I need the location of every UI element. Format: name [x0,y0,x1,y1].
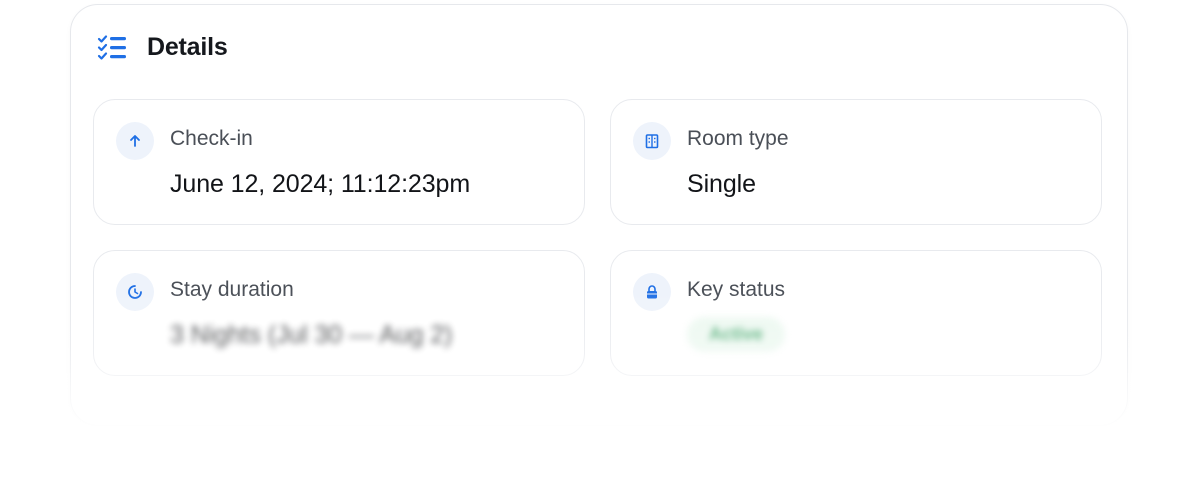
key-status-label: Key status [687,278,786,301]
lock-icon [633,273,671,311]
room-type-label: Room type [687,127,789,150]
details-screen: Details Check-in June 12, 2024; 11:12:23… [0,0,1200,488]
arrow-up-icon [116,122,154,160]
stay-duration-label: Stay duration [170,278,294,301]
room-type-value: Single [687,170,756,198]
stay-duration-card: Stay duration 3 Nights (Jul 30 — Aug 2) [93,250,585,376]
checkin-value: June 12, 2024; 11:12:23pm [170,170,471,198]
panel-header: Details [97,33,228,62]
key-status-card: Key status Active [610,250,1102,376]
key-status-badge: Active [687,317,786,352]
checklist-icon [97,34,127,62]
pie-timer-icon [116,273,154,311]
checkin-card: Check-in June 12, 2024; 11:12:23pm [93,99,585,225]
panel-title: Details [147,33,228,61]
details-panel: Details Check-in June 12, 2024; 11:12:23… [70,4,1128,426]
checkin-label: Check-in [170,127,253,150]
stay-duration-value: 3 Nights (Jul 30 — Aug 2) [170,321,453,349]
room-type-card: Room type Single [610,99,1102,225]
building-icon [633,122,671,160]
